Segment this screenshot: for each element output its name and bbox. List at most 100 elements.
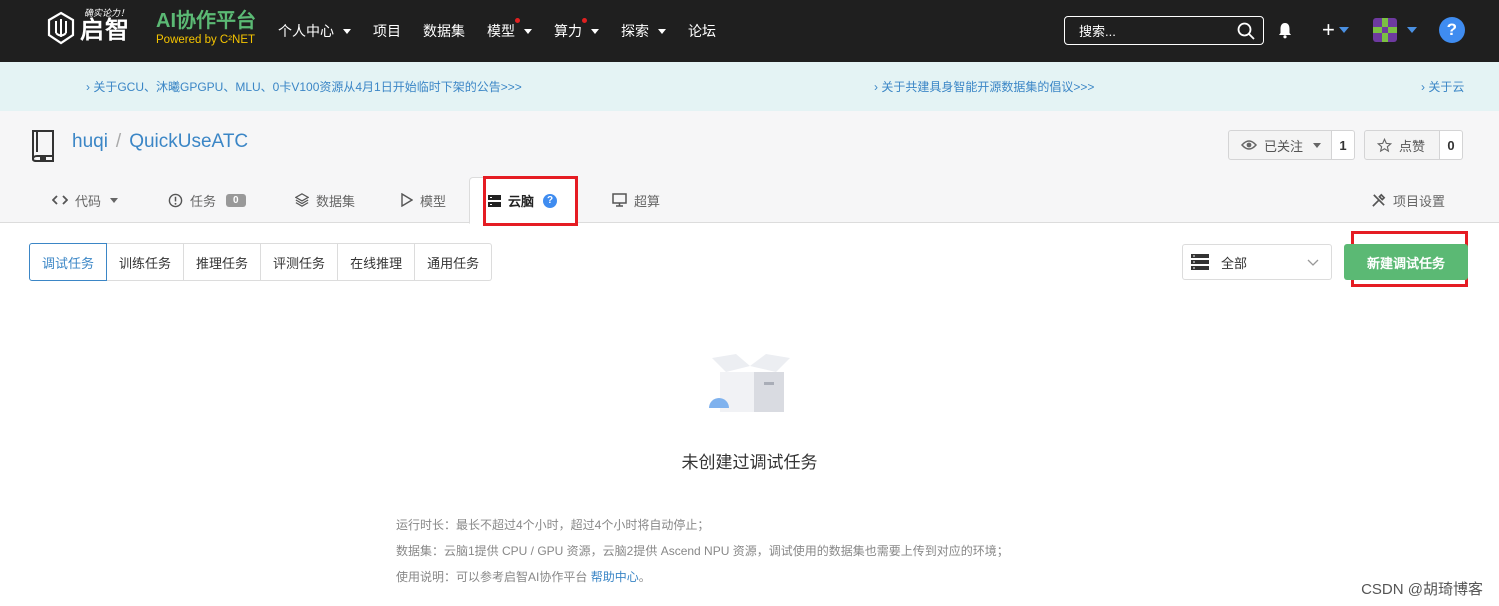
subtab-evaluate[interactable]: 评测任务 — [261, 243, 339, 281]
watch-button[interactable]: 已关注 — [1228, 130, 1333, 160]
star-icon — [1377, 137, 1392, 152]
monitor-icon — [612, 193, 627, 207]
logo-slogan: 确实论力！ — [84, 9, 130, 19]
notification-dot — [582, 18, 587, 23]
caret-down-icon — [343, 28, 351, 34]
subtab-general[interactable]: 通用任务 — [415, 243, 493, 281]
filter-selected-value: 全部 — [1221, 255, 1248, 271]
menu-item-forum[interactable]: 论坛 — [688, 21, 716, 41]
new-debug-task-button[interactable]: 新建调试任务 — [1344, 244, 1468, 280]
avatar[interactable] — [1372, 18, 1397, 42]
menu-item-label: 论坛 — [688, 23, 716, 39]
note-datasets: 数据集：云脑1提供 CPU / GPU 资源，云脑2提供 Ascend NPU … — [396, 544, 1009, 558]
repo-title: huqi / QuickUseATC — [72, 131, 248, 153]
caret-down-icon — [658, 28, 666, 34]
announcement-link[interactable]: › 关于共建具身智能开源数据集的倡议>>> — [874, 78, 1094, 95]
eye-icon — [1241, 140, 1257, 150]
notification-dot — [515, 18, 520, 23]
repo-header: huqi / QuickUseATC 已关注 1 点赞 0 代码 任务 0 数据集 — [0, 111, 1499, 224]
brand[interactable]: AI协作平台 Powered by C²NET — [156, 9, 256, 47]
tab-label: 模型 — [420, 193, 447, 209]
watermark: CSDN @胡琦博客 — [1361, 581, 1483, 598]
note-usage: 使用说明：可以参考启智AI协作平台 帮助中心。 — [396, 564, 1009, 590]
tab-label: 任务 — [190, 193, 217, 209]
search-icon[interactable] — [1237, 22, 1255, 40]
tab-models[interactable]: 模型 — [400, 177, 446, 223]
brand-subtitle: Powered by C²NET — [156, 34, 256, 46]
task-type-tabs: 调试任务 训练任务 推理任务 评测任务 在线推理 通用任务 — [29, 243, 493, 281]
tab-label: 数据集 — [316, 193, 356, 209]
menu-item-compute[interactable]: 算力 — [554, 18, 599, 41]
highlight-box-cloudbrain — [483, 176, 578, 226]
path-separator: / — [115, 131, 122, 152]
empty-box-icon — [709, 354, 790, 412]
announcement-link[interactable]: › 关于GCU、沐曦GPGPU、MLU、0卡V100资源从4月1日开始临时下架的… — [86, 78, 522, 95]
menu-item-label: 数据集 — [423, 23, 465, 39]
subtab-debug[interactable]: 调试任务 — [29, 243, 108, 281]
repo-name-link[interactable]: QuickUseATC — [129, 131, 248, 152]
search-placeholder: 搜索... — [1079, 24, 1116, 39]
menu-item-label: 个人中心 — [278, 23, 334, 39]
tools-icon — [1372, 193, 1386, 207]
menu-item-explore[interactable]: 探索 — [621, 21, 666, 41]
menu-item-personal[interactable]: 个人中心 — [278, 21, 351, 41]
repo-tabs: 代码 任务 0 数据集 模型 云脑 ? 超算 项目设置 — [0, 177, 1499, 224]
brand-title: AI协作平台 — [156, 10, 256, 32]
note-usage-prefix: 使用说明：可以参考启智AI协作平台 — [396, 570, 591, 584]
search-input[interactable]: 搜索... — [1064, 16, 1264, 45]
menu-item-datasets[interactable]: 数据集 — [423, 21, 465, 41]
note-duration: 运行时长：最长不超过4个小时，超过4个小时将自动停止； — [396, 518, 710, 532]
tab-label: 项目设置 — [1393, 193, 1446, 209]
top-navbar: 启智 确实论力！ AI协作平台 Powered by C²NET 个人中心 项目… — [0, 0, 1499, 62]
repo-owner-link[interactable]: huqi — [72, 131, 108, 152]
star-label: 点赞 — [1399, 138, 1426, 154]
help-icon[interactable]: ? — [1438, 17, 1465, 43]
watch-button-group: 已关注 1 — [1228, 130, 1356, 160]
announcement-bar: › 关于GCU、沐曦GPGPU、MLU、0卡V100资源从4月1日开始临时下架的… — [0, 62, 1499, 111]
tab-label: 代码 — [75, 193, 102, 209]
cluster-filter-select[interactable]: 全部 — [1182, 244, 1332, 280]
caret-down-icon[interactable] — [1406, 27, 1417, 33]
tab-supercompute[interactable]: 超算 — [612, 177, 660, 223]
caret-down-icon — [110, 197, 119, 203]
menu-item-label: 算力 — [554, 23, 582, 39]
issues-count-badge: 0 — [226, 193, 246, 207]
menu-item-models[interactable]: 模型 — [487, 18, 532, 41]
tab-issues[interactable]: 任务 0 — [168, 177, 246, 223]
help-center-link[interactable]: 帮助中心 — [591, 570, 639, 584]
logo[interactable]: 启智 确实论力！ — [44, 9, 130, 45]
caret-down-icon[interactable] — [1338, 27, 1349, 33]
tab-label: 超算 — [634, 193, 661, 209]
logo-icon — [47, 11, 75, 44]
bell-icon[interactable] — [1276, 21, 1294, 39]
play-icon — [401, 193, 413, 207]
star-button-group: 点赞 0 — [1364, 130, 1464, 160]
watch-count[interactable]: 1 — [1332, 130, 1356, 160]
watch-label: 已关注 — [1264, 138, 1304, 154]
menu-item-label: 探索 — [621, 23, 649, 39]
issue-icon — [168, 193, 183, 207]
subtab-online-inference[interactable]: 在线推理 — [338, 243, 416, 281]
menu-item-label: 项目 — [373, 23, 401, 39]
book-icon — [32, 130, 54, 162]
main-menu: 个人中心 项目 数据集 模型 算力 探索 论坛 — [278, 0, 738, 62]
code-icon — [52, 195, 68, 205]
subtab-train[interactable]: 训练任务 — [107, 243, 185, 281]
nav-icons: + ? — [1276, 17, 1465, 43]
server-icon — [1191, 254, 1209, 270]
usage-notes: 运行时长：最长不超过4个小时，超过4个小时将自动停止； 数据集：云脑1提供 CP… — [396, 512, 1009, 590]
chevron-down-icon — [1307, 259, 1319, 266]
star-count[interactable]: 0 — [1440, 130, 1464, 160]
caret-down-icon — [591, 28, 599, 34]
menu-item-projects[interactable]: 项目 — [373, 21, 401, 41]
create-plus-button[interactable]: + — [1322, 19, 1335, 41]
subtab-inference[interactable]: 推理任务 — [184, 243, 262, 281]
tab-code[interactable]: 代码 — [52, 177, 119, 223]
tab-datasets[interactable]: 数据集 — [295, 177, 355, 223]
caret-down-icon — [524, 28, 532, 34]
star-button[interactable]: 点赞 — [1364, 130, 1441, 160]
tab-settings[interactable]: 项目设置 — [1371, 177, 1445, 223]
note-usage-suffix: 。 — [638, 570, 651, 584]
menu-item-label: 模型 — [487, 23, 515, 39]
announcement-link[interactable]: › 关于云 — [1421, 78, 1464, 95]
